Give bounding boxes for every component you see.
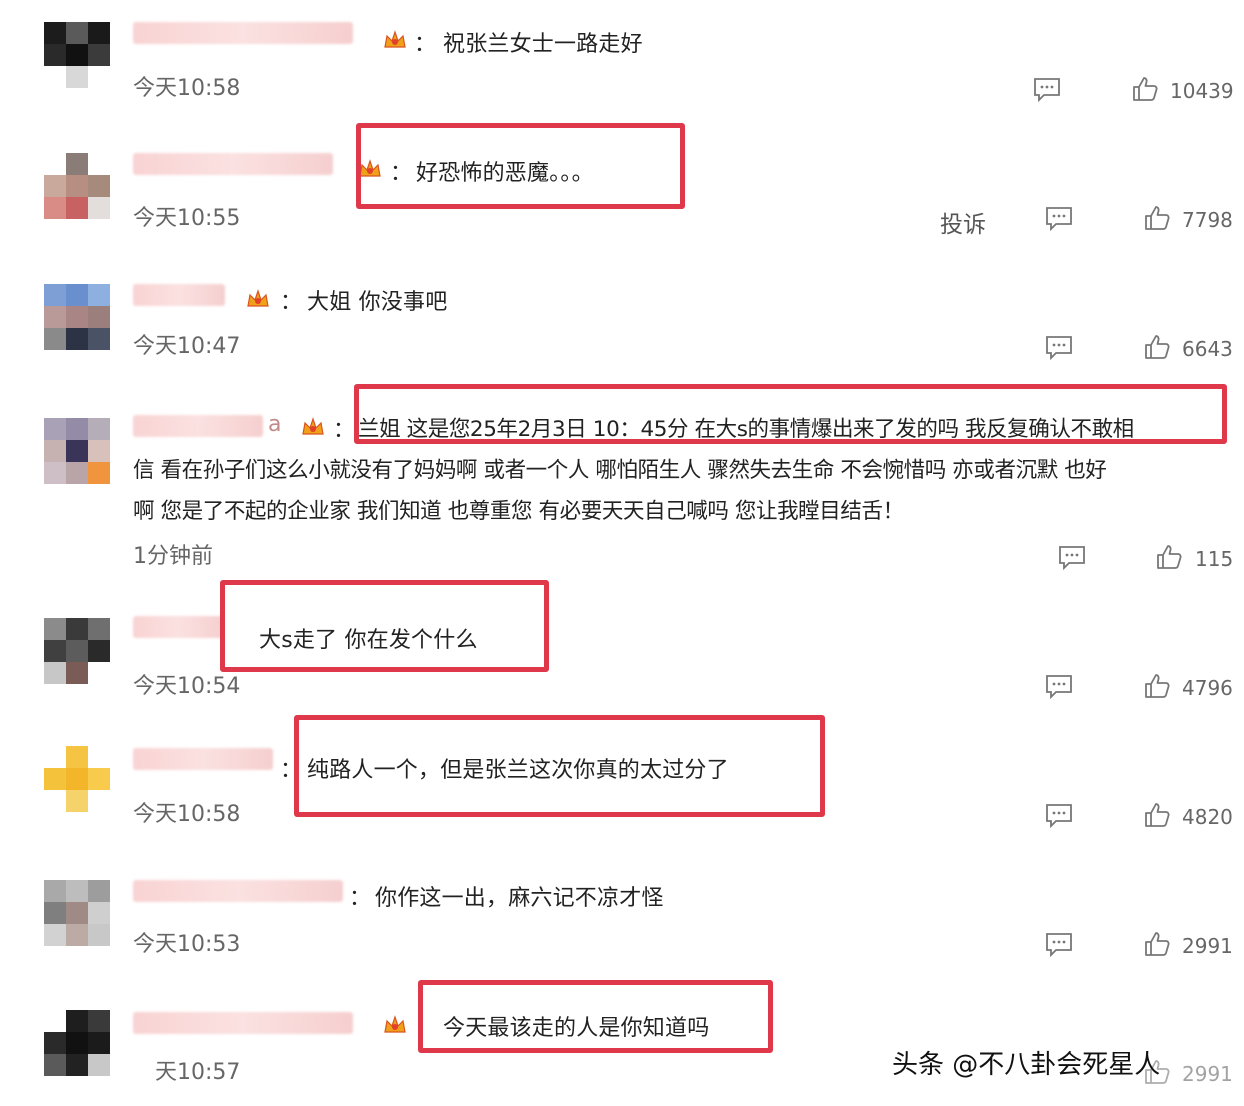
like-count: 2991 [1182,1062,1233,1086]
username-blurred[interactable] [133,748,273,770]
comment-bubble-icon[interactable] [1044,334,1074,361]
crown-badge-icon [241,288,275,310]
avatar[interactable] [44,284,110,350]
like-count: 7798 [1182,208,1233,232]
crown-badge-icon [383,1014,407,1036]
colon-separator: ： [349,886,372,911]
like-count: 4796 [1182,676,1233,700]
thumbs-up-icon[interactable] [1143,333,1171,361]
thumbs-up-icon[interactable] [1131,75,1159,103]
username-blurred[interactable] [133,616,223,638]
like-count: 6643 [1182,337,1233,361]
highlight-box [294,715,825,817]
avatar[interactable] [44,418,110,484]
highlight-box [220,580,549,672]
colon-separator: ： [414,32,437,57]
colon-separator: ： [280,290,303,315]
crown-badge-icon [383,29,407,51]
username-blurred[interactable] [133,284,225,306]
comment-bubble-icon[interactable] [1044,205,1074,232]
comment-time: 1分钟前 [133,544,213,569]
avatar[interactable] [44,1010,110,1076]
comment-bubble-icon[interactable] [1044,931,1074,958]
colon-separator: ： [333,418,356,443]
avatar[interactable] [44,618,110,684]
username-tail: a [268,412,282,437]
comment-text: 祝张兰女士一路走好 [443,32,643,57]
highlight-box [356,123,685,209]
highlight-box [354,384,1227,444]
comment-bubble-icon[interactable] [1044,673,1074,700]
watermark: 头条 @不八卦会死星人 [892,1050,1161,1080]
report-button[interactable]: 投诉 [940,205,986,239]
comment-time: 天10:57 [155,1060,241,1085]
comment-time: 今天10:55 [133,206,241,231]
username-blurred[interactable] [133,415,263,437]
username-blurred[interactable] [133,153,333,175]
comment-time: 今天10:58 [133,76,241,101]
like-count: 10439 [1170,79,1234,103]
thumbs-up-icon[interactable] [1143,801,1171,829]
like-count: 4820 [1182,805,1233,829]
avatar[interactable] [44,153,110,219]
comment-time: 今天10:47 [133,334,241,359]
like-count: 2991 [1182,934,1233,958]
comment-bubble-icon[interactable] [1032,76,1062,103]
comment-bubble-icon[interactable] [1044,802,1074,829]
comment-time: 今天10:54 [133,674,241,699]
avatar[interactable] [44,880,110,946]
like-count: 115 [1195,547,1234,571]
comment-text-line: 信 看在孙子们这么小就没有了妈妈啊 或者一个人 哪怕陌生人 骤然失去生命 不会惋… [133,458,1107,483]
comment-time: 今天10:53 [133,932,241,957]
comment-text: 大姐 你没事吧 [307,290,448,315]
username-blurred[interactable] [133,1012,353,1034]
username-blurred[interactable] [133,880,343,902]
thumbs-up-icon[interactable] [1143,204,1171,232]
highlight-box [418,980,773,1053]
comment-text: 你作这一出，麻六记不凉才怪 [375,886,664,911]
thumbs-up-icon[interactable] [1143,672,1171,700]
comment-text-line: 啊 您是了不起的企业家 我们知道 也尊重您 有必要天天自己喊吗 您让我瞠目结舌！ [133,499,904,524]
avatar[interactable] [44,22,110,88]
username-blurred[interactable] [133,22,353,44]
thumbs-up-icon[interactable] [1155,543,1183,571]
thumbs-up-icon[interactable] [1143,930,1171,958]
avatar[interactable] [44,746,110,812]
comment-time: 今天10:58 [133,802,241,827]
crown-badge-icon [298,416,328,438]
comment-bubble-icon[interactable] [1057,544,1087,571]
